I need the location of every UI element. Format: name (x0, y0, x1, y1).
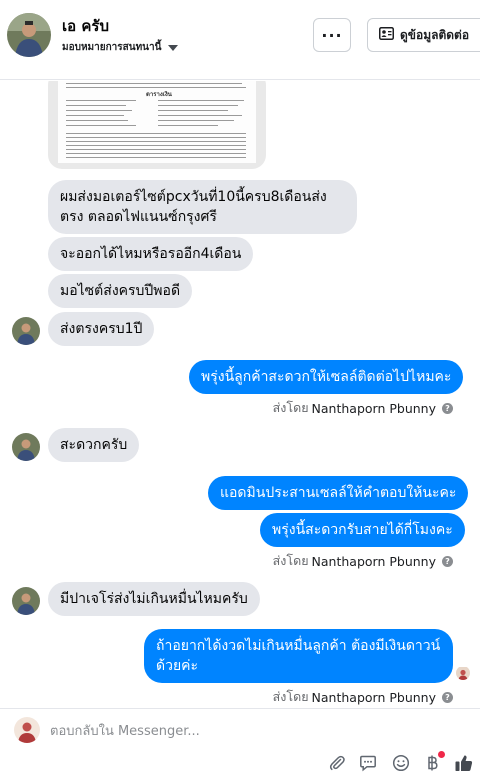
sender-name: Nanthaporn Pbunny (311, 553, 436, 569)
incoming-message[interactable]: มอไซต์ส่งครบปีพอดี (48, 274, 193, 308)
view-contact-info-label: ดูข้อมูลติดต่อ (400, 27, 470, 42)
incoming-message[interactable]: ผมส่งมอเตอร์ไซต์pcxวันที่10นี้ครบ8เดือนส… (48, 180, 357, 234)
assign-conversation-label: มอบหมายการสนทนานี้ (62, 42, 162, 53)
outgoing-message[interactable]: พรุ่งนี้สะดวกรับสายได้กี่โมงคะ (260, 513, 465, 547)
incoming-message[interactable]: จะออกได้ไหมหรือรออีก4เดือน (48, 237, 254, 271)
sent-by-label: ส่งโดย Nanthaporn Pbunny ? (273, 687, 453, 706)
sender-name: Nanthaporn Pbunny (311, 400, 436, 416)
assign-conversation-dropdown[interactable]: มอบหมายการสนทนานี้ (62, 40, 179, 55)
notification-dot (438, 751, 445, 758)
help-icon[interactable]: ? (442, 555, 453, 567)
sent-by-label: ส่งโดย Nanthaporn Pbunny ? (273, 551, 453, 571)
seen-indicator-avatar (456, 666, 470, 680)
sent-by-label: ส่งโดย Nanthaporn Pbunny ? (273, 398, 453, 418)
reply-input[interactable] (50, 721, 430, 741)
sender-name: Nanthaporn Pbunny (311, 689, 436, 705)
message-text: จะออกได้ไหมหรือรออีก4เดือน (60, 246, 242, 262)
sender-avatar[interactable] (12, 587, 40, 615)
outgoing-message[interactable]: ถ้าอยากได้งวดไม่เกินหมื่นลูกค้า ต้องมีเง… (144, 629, 453, 683)
sent-by-prefix: ส่งโดย (272, 689, 309, 704)
help-icon[interactable]: ? (442, 691, 453, 703)
paperclip-icon[interactable] (326, 752, 348, 774)
outgoing-message[interactable]: พรุ่งนี้ลูกค้าสะดวกให้เซลล์ติดต่อไปไหมคะ (189, 360, 464, 394)
smiley-icon[interactable] (390, 752, 412, 774)
message-text: สะดวกครับ (60, 437, 128, 453)
sender-avatar[interactable] (12, 317, 40, 345)
view-contact-info-button[interactable]: ดูข้อมูลติดต่อ (367, 18, 480, 52)
reply-composer (0, 708, 480, 781)
more-options-button[interactable]: ··· (313, 18, 351, 52)
caret-down-icon (168, 44, 179, 51)
outgoing-message[interactable]: แอดมินประสานเซลล์ให้คำตอบให้นะคะ (208, 476, 469, 510)
message-text: แอดมินประสานเซลล์ให้คำตอบให้นะคะ (220, 485, 457, 501)
page-avatar (14, 717, 40, 743)
sender-avatar[interactable] (12, 433, 40, 461)
message-text: ผมส่งมอเตอร์ไซต์pcxวันที่10นี้ครบ8เดือนส… (60, 189, 327, 225)
more-options-label: ··· (321, 25, 343, 45)
contact-name: เอ ครับ (62, 17, 109, 35)
message-thread[interactable]: ตารางเงิน ผมส่งมอเตอร์ไซต์pcxวันที่10นี้… (0, 81, 480, 706)
incoming-message[interactable]: สะดวกครับ (48, 428, 140, 462)
document-title: ตารางเงิน (146, 91, 172, 98)
contact-card-icon (379, 27, 394, 43)
message-text: พรุ่งนี้ลูกค้าสะดวกให้เซลล์ติดต่อไปไหมคะ (201, 369, 452, 385)
message-text: พรุ่งนี้สะดวกรับสายได้กี่โมงคะ (272, 522, 453, 538)
incoming-message[interactable]: มีปาเจโร่ส่งไม่เกินหมื่นไหมครับ (48, 582, 260, 616)
message-text: มีปาเจโร่ส่งไม่เกินหมื่นไหมครับ (60, 591, 248, 607)
message-text: ถ้าอยากได้งวดไม่เกินหมื่นลูกค้า ต้องมีเง… (156, 638, 441, 674)
chat-bubble-icon[interactable] (357, 752, 379, 774)
contact-avatar[interactable] (7, 13, 51, 57)
message-text: มอไซต์ส่งครบปีพอดี (60, 283, 181, 299)
help-icon[interactable]: ? (442, 402, 453, 414)
conversation-header: เอ ครับ มอบหมายการสนทนานี้ ··· ดูข้อมูลต… (0, 0, 480, 80)
sent-by-prefix: ส่งโดย (272, 553, 309, 568)
image-attachment[interactable]: ตารางเงิน (48, 81, 266, 169)
sent-by-prefix: ส่งโดย (272, 400, 309, 415)
message-text: ส่งตรงครบ1ปี (60, 321, 143, 337)
document-photo: ตารางเงิน (58, 81, 256, 163)
incoming-message[interactable]: ส่งตรงครบ1ปี (48, 312, 155, 346)
thumbs-up-icon[interactable] (453, 752, 475, 774)
